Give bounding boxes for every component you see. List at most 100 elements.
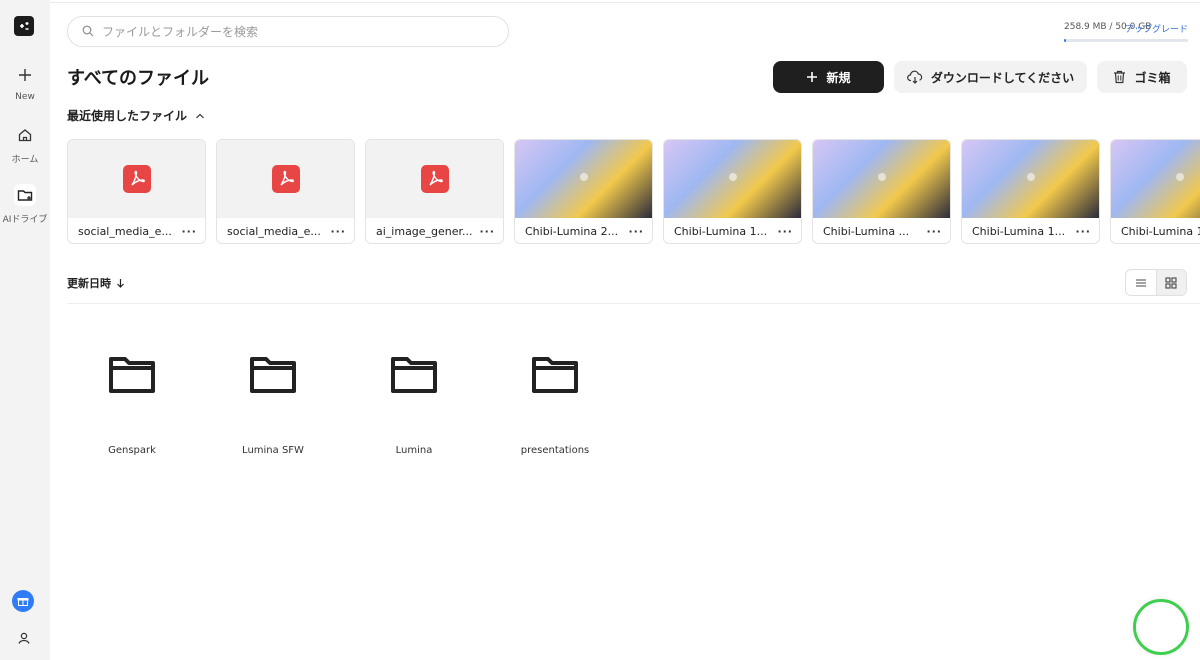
folder-icon <box>391 357 437 393</box>
storage-bar <box>1064 39 1188 42</box>
sort-by-modified[interactable]: 更新日時 <box>67 275 125 291</box>
page-title: すべてのファイル <box>67 68 210 89</box>
file-card-footer: Chibi-Lumina ... ··· <box>813 218 950 243</box>
grid-view-button[interactable] <box>1155 270 1186 295</box>
search-bar[interactable] <box>67 16 509 47</box>
more-options-icon[interactable]: ··· <box>924 225 942 238</box>
folder-item[interactable]: Genspark <box>67 355 197 456</box>
home-icon <box>14 124 36 146</box>
file-name: Chibi-Lumina 1... <box>674 225 768 238</box>
new-button-label: 新規 <box>826 70 851 85</box>
more-options-icon[interactable]: ··· <box>477 225 495 238</box>
file-name: social_media_e... <box>78 225 172 238</box>
trash-icon <box>1114 70 1126 84</box>
recent-file-card[interactable]: Chibi-Lumina 1... ··· <box>961 139 1100 244</box>
recent-file-card[interactable]: social_media_e... ··· <box>216 139 355 244</box>
file-name: Chibi-Lumina 1 <box>1121 225 1200 238</box>
recent-file-card[interactable]: Chibi-Lumina 2... ··· <box>514 139 653 244</box>
pdf-icon <box>420 165 449 193</box>
folder-item[interactable]: Lumina SFW <box>208 355 338 456</box>
recent-files-list: social_media_e... ··· social_media_e... ···… <box>67 139 1200 245</box>
file-name: Chibi-Lumina ... <box>823 225 910 238</box>
more-options-icon[interactable]: ··· <box>1073 225 1091 238</box>
top-border <box>50 0 1200 3</box>
recent-files-title: 最近使用したファイル <box>67 109 188 123</box>
storage-bar-fill <box>1064 39 1066 42</box>
file-card-footer: Chibi-Lumina 1... ··· <box>962 218 1099 243</box>
folder-item[interactable]: Lumina <box>349 355 479 456</box>
sidebar-item-home[interactable]: ホーム <box>0 124 50 165</box>
recent-files-toggle[interactable]: 最近使用したファイル <box>67 107 205 124</box>
folder-name: presentations <box>520 445 590 456</box>
more-options-icon[interactable]: ··· <box>328 225 346 238</box>
file-card-footer: Chibi-Lumina 1··· <box>1111 218 1200 243</box>
recent-file-card[interactable]: Chibi-Lumina 1··· <box>1110 139 1200 244</box>
image-thumbnail <box>515 140 652 218</box>
more-options-icon[interactable]: ··· <box>179 225 197 238</box>
file-thumbnail <box>217 140 354 218</box>
chevron-up-icon <box>196 113 204 118</box>
plus-icon <box>807 72 818 82</box>
recent-file-card[interactable]: social_media_e... ··· <box>67 139 206 244</box>
file-card-footer: social_media_e... ··· <box>68 218 205 243</box>
folder-icon <box>250 357 296 393</box>
download-button[interactable]: ダウンロードしてください <box>894 61 1087 93</box>
folder-name: Lumina <box>395 445 433 456</box>
recent-file-card[interactable]: Chibi-Lumina 1... ··· <box>663 139 802 244</box>
file-name: social_media_e... <box>227 225 321 238</box>
image-placeholder-icon <box>1175 173 1184 181</box>
file-card-footer: Chibi-Lumina 1... ··· <box>664 218 801 243</box>
sidebar-item-new[interactable]: New <box>0 64 50 102</box>
file-name: Chibi-Lumina 2... <box>525 225 619 238</box>
sidebar-item-label: AIドライブ <box>2 215 48 225</box>
more-options-icon[interactable]: ··· <box>775 225 793 238</box>
sidebar-item-ai-drive[interactable]: AIドライブ <box>0 184 50 225</box>
trash-button-label: ゴミ箱 <box>1134 70 1171 85</box>
image-placeholder-icon <box>579 173 588 181</box>
new-button[interactable]: 新規 <box>773 61 884 93</box>
file-card-footer: Chibi-Lumina 2... ··· <box>515 218 652 243</box>
image-placeholder-icon <box>877 173 886 181</box>
file-name: Chibi-Lumina 1... <box>972 225 1066 238</box>
grid-icon <box>1165 276 1177 289</box>
pdf-icon <box>122 165 151 193</box>
recent-file-card[interactable]: Chibi-Lumina ... ··· <box>812 139 951 244</box>
image-placeholder-icon <box>728 173 737 181</box>
folder-name: Genspark <box>108 445 156 456</box>
search-input[interactable] <box>102 24 482 39</box>
arrow-down-icon <box>117 279 124 288</box>
trash-button[interactable]: ゴミ箱 <box>1097 61 1187 93</box>
sort-label: 更新日時 <box>67 277 111 290</box>
file-thumbnail <box>68 140 205 218</box>
folder-icon <box>109 357 155 393</box>
cloud-download-icon <box>907 70 923 84</box>
view-toggle <box>1125 269 1187 296</box>
app-window: New ホーム AIドライブ 258.9 MB <box>0 0 1200 660</box>
sidebar-item-label: New <box>15 92 35 102</box>
more-options-icon[interactable]: ··· <box>626 225 644 238</box>
image-thumbnail <box>962 140 1099 218</box>
file-thumbnail <box>366 140 503 218</box>
gift-icon[interactable] <box>12 590 34 612</box>
section-divider <box>67 303 1200 304</box>
recent-file-card[interactable]: ai_image_gener... ··· <box>365 139 504 244</box>
image-placeholder-icon <box>1026 173 1035 181</box>
storage-indicator: 258.9 MB / 50.0 GB アップグレード <box>1064 22 1188 42</box>
search-icon <box>82 22 94 41</box>
upgrade-link[interactable]: アップグレード <box>1125 22 1188 35</box>
chat-assistant-button[interactable] <box>1133 599 1189 655</box>
plus-icon <box>14 64 36 86</box>
download-button-label: ダウンロードしてください <box>930 70 1075 85</box>
user-icon[interactable] <box>14 628 34 648</box>
image-thumbnail <box>664 140 801 218</box>
folder-icon <box>532 357 578 393</box>
file-card-footer: ai_image_gener... ··· <box>366 218 503 243</box>
sidebar: New ホーム AIドライブ <box>0 0 50 660</box>
pdf-icon <box>271 165 300 193</box>
sidebar-item-label: ホーム <box>11 155 39 165</box>
folder-add-icon <box>14 184 36 206</box>
logo-icon[interactable] <box>14 16 34 36</box>
list-icon <box>1135 278 1146 287</box>
folder-item[interactable]: presentations <box>490 355 620 456</box>
list-view-button[interactable] <box>1126 270 1156 295</box>
